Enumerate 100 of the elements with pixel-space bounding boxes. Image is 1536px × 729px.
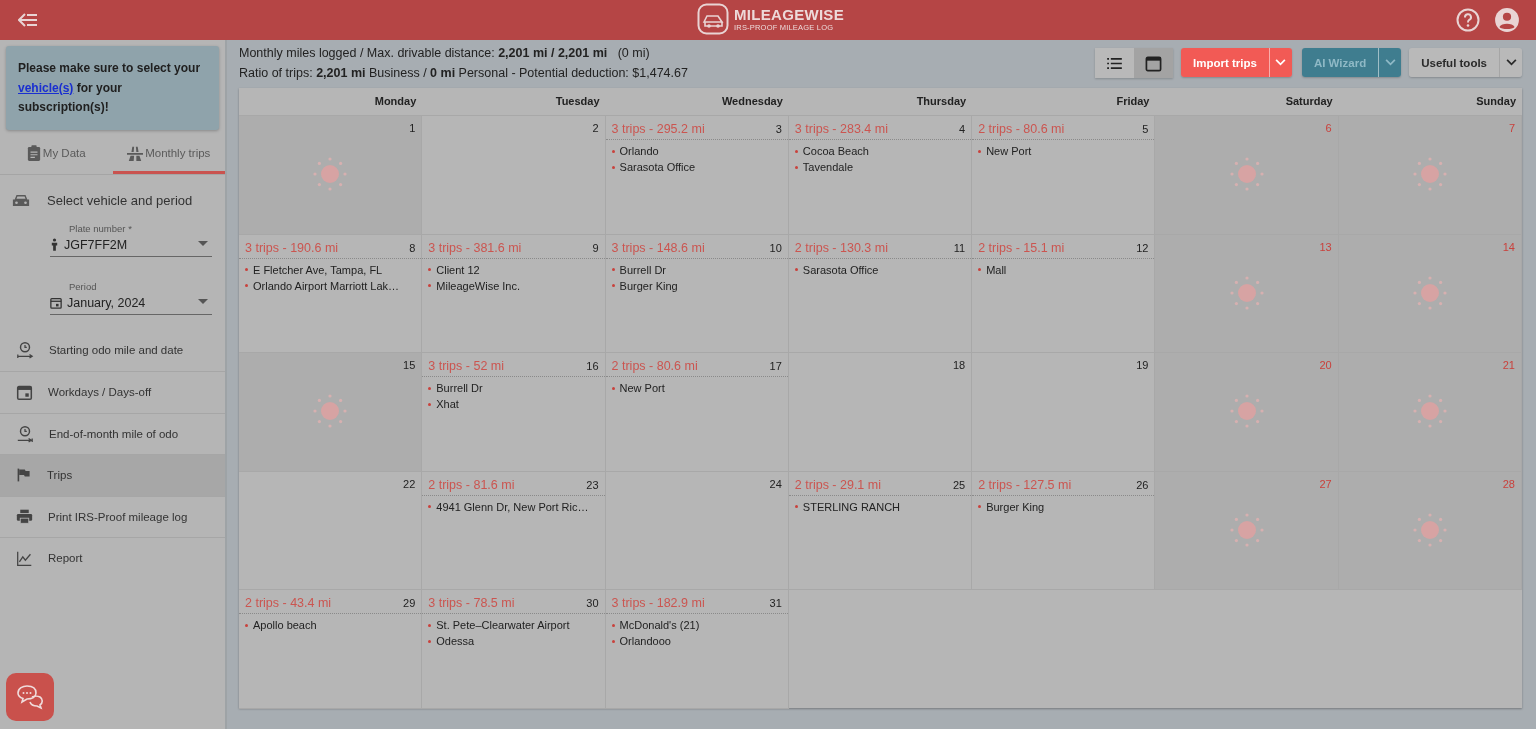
car-icon [12, 193, 30, 208]
list-icon [1107, 57, 1122, 69]
trip-stop: Orlando Airport Marriott Lak… [245, 277, 422, 294]
day-cell[interactable]: 2 trips - 130.3 mi 11 Sarasota Office [788, 234, 973, 353]
trip-summary: 3 trips - 190.6 mi [245, 240, 339, 255]
day-cell[interactable]: 2 [422, 116, 606, 235]
car-logo-icon [697, 3, 729, 35]
weekday-header: Wednesday [720, 94, 784, 109]
day-number: 31 [769, 597, 782, 609]
sidebar-tab[interactable]: Monthly trips [112, 135, 225, 174]
clock-range-icon [16, 341, 34, 360]
weekday-header: Saturday [1284, 94, 1334, 109]
day-number: 29 [403, 597, 416, 609]
day-cell[interactable]: 3 trips - 283.4 mi 4 Cocoa Beach Tavendale [788, 116, 973, 235]
trip-summary: 2 trips - 29.1 mi [794, 477, 881, 492]
day-cell[interactable]: 1 [239, 116, 423, 235]
day-cell[interactable]: 3 trips - 381.6 mi 9 Client 12 MileageWise Inc. [422, 234, 606, 353]
chat-button[interactable] [6, 673, 54, 721]
split-button[interactable]: Useful tools [1409, 48, 1499, 77]
day-cell[interactable]: 3 trips - 52 mi 16 Burrell Dr Xhat [422, 353, 606, 472]
chat-icon [15, 684, 45, 710]
day-number: 11 [953, 241, 966, 254]
day-cell[interactable]: 2 trips - 81.6 mi 23 4941 Glenn Dr, New Port Ric… [422, 471, 606, 590]
road-icon [127, 145, 144, 161]
day-number: 10 [769, 241, 782, 254]
day-cell[interactable]: 3 trips - 182.9 mi 31 McDonald's (21) Orlandooo [605, 590, 789, 709]
chevron-down-icon [1505, 59, 1517, 66]
day-number: 5 [1142, 123, 1149, 135]
weekday-header: Monday [373, 94, 418, 109]
day-number: 21 [1502, 359, 1515, 371]
day-number: 28 [1502, 477, 1515, 490]
weekday-header: Tuesday [554, 94, 601, 109]
sidebar-menu-item[interactable]: Print IRS-Proof mileage log [0, 495, 225, 537]
calendar-view-button[interactable] [1134, 48, 1173, 78]
person-icon [50, 238, 59, 251]
day-number: 27 [1319, 477, 1332, 490]
day-number: 26 [1136, 478, 1149, 491]
trip-stop: Burger King [978, 498, 1155, 515]
period-field[interactable]: Period January, 2024 [50, 280, 212, 315]
sidebar-menu-item[interactable]: Starting odo mile and date [0, 329, 225, 371]
clipboard-icon [26, 145, 41, 161]
printer-icon [16, 508, 33, 526]
trip-ratio-text: Ratio of trips: 2,201 mi Business / 0 mi Personal - Potential deduction: $1,474.67 [239, 64, 688, 82]
trip-stop: New Port [978, 143, 1155, 159]
day-number: 7 [1508, 122, 1515, 134]
trip-stop: Xhat [428, 396, 605, 412]
weekday-header: Sunday [1475, 94, 1517, 109]
section-title: Select vehicle and period [47, 193, 193, 208]
calendar-icon [50, 296, 62, 309]
day-cell[interactable]: 2 trips - 29.1 mi 25 STERLING RANCH [788, 471, 973, 590]
day-number: 23 [586, 478, 599, 491]
day-number: 15 [403, 359, 416, 371]
trip-summary: 3 trips - 78.5 mi [428, 596, 515, 610]
day-cell[interactable]: 2 trips - 43.4 mi 29 Apollo beach [239, 590, 423, 709]
trip-stop: E Fletcher Ave, Tampa, FL [245, 261, 422, 278]
account-icon[interactable] [1494, 7, 1520, 33]
day-cell[interactable]: 15 [239, 353, 423, 472]
trip-stop: Orlando [611, 143, 788, 159]
weekday-header: Friday [1115, 94, 1151, 109]
day-number: 1 [409, 122, 416, 134]
trip-summary: 2 trips - 130.3 mi [794, 240, 888, 255]
trip-summary: 3 trips - 182.9 mi [611, 596, 705, 610]
logo-title: MILEAGEWISE [734, 6, 844, 22]
trip-summary: 3 trips - 52 mi [428, 359, 504, 373]
help-icon[interactable] [1456, 8, 1480, 32]
list-view-button[interactable] [1095, 48, 1134, 78]
day-cell[interactable]: 2 trips - 80.6 mi 17 New Port [605, 353, 789, 472]
day-number: 4 [959, 123, 966, 135]
trip-stop: Tavendale [794, 159, 972, 175]
day-number: 13 [1319, 240, 1332, 253]
sidebar-tab[interactable]: My Data [0, 135, 113, 174]
day-number: 14 [1502, 240, 1515, 253]
trip-stop: MileageWise Inc. [428, 277, 605, 294]
trip-stop: STERLING RANCH [794, 498, 972, 515]
day-number: 6 [1325, 122, 1332, 134]
clock-arrow-icon [16, 424, 34, 443]
trip-summary: 3 trips - 381.6 mi [428, 240, 522, 255]
trip-summary: 3 trips - 295.2 mi [611, 122, 705, 136]
day-cell[interactable]: 18 [788, 353, 973, 472]
dropdown-button[interactable] [1499, 48, 1522, 77]
day-cell[interactable]: 22 [239, 471, 423, 590]
day-number: 22 [403, 477, 416, 490]
day-cell[interactable]: 3 trips - 295.2 mi 3 Orlando Sarasota Office [605, 116, 789, 235]
trip-stop: Burrell Dr [428, 380, 605, 396]
sidebar-menu-item[interactable]: Workdays / Days-off [0, 371, 225, 413]
day-number: 9 [592, 241, 599, 254]
day-number: 24 [769, 477, 782, 490]
menu-collapse-icon[interactable] [18, 13, 38, 27]
day-number: 8 [409, 241, 416, 254]
day-cell[interactable]: 3 trips - 148.6 mi 10 Burrell Dr Burger King [605, 234, 789, 353]
weekday-header: Thursday [915, 94, 968, 109]
trip-summary: 2 trips - 127.5 mi [978, 477, 1072, 492]
day-cell[interactable]: 24 [605, 471, 789, 590]
sidebar-menu-item[interactable]: Report [0, 537, 225, 579]
day-number: 17 [769, 360, 782, 372]
sidebar-menu-item[interactable]: Trips [0, 454, 225, 496]
trip-stop: McDonald's (21) [611, 617, 788, 633]
day-cell[interactable]: 3 trips - 78.5 mi 30 St. Pete–Clearwater Airport Odessa [422, 590, 606, 709]
trip-stop: St. Pete–Clearwater Airport [428, 617, 605, 633]
plate-number-field[interactable]: Plate number * JGF7FF2M [50, 222, 212, 257]
